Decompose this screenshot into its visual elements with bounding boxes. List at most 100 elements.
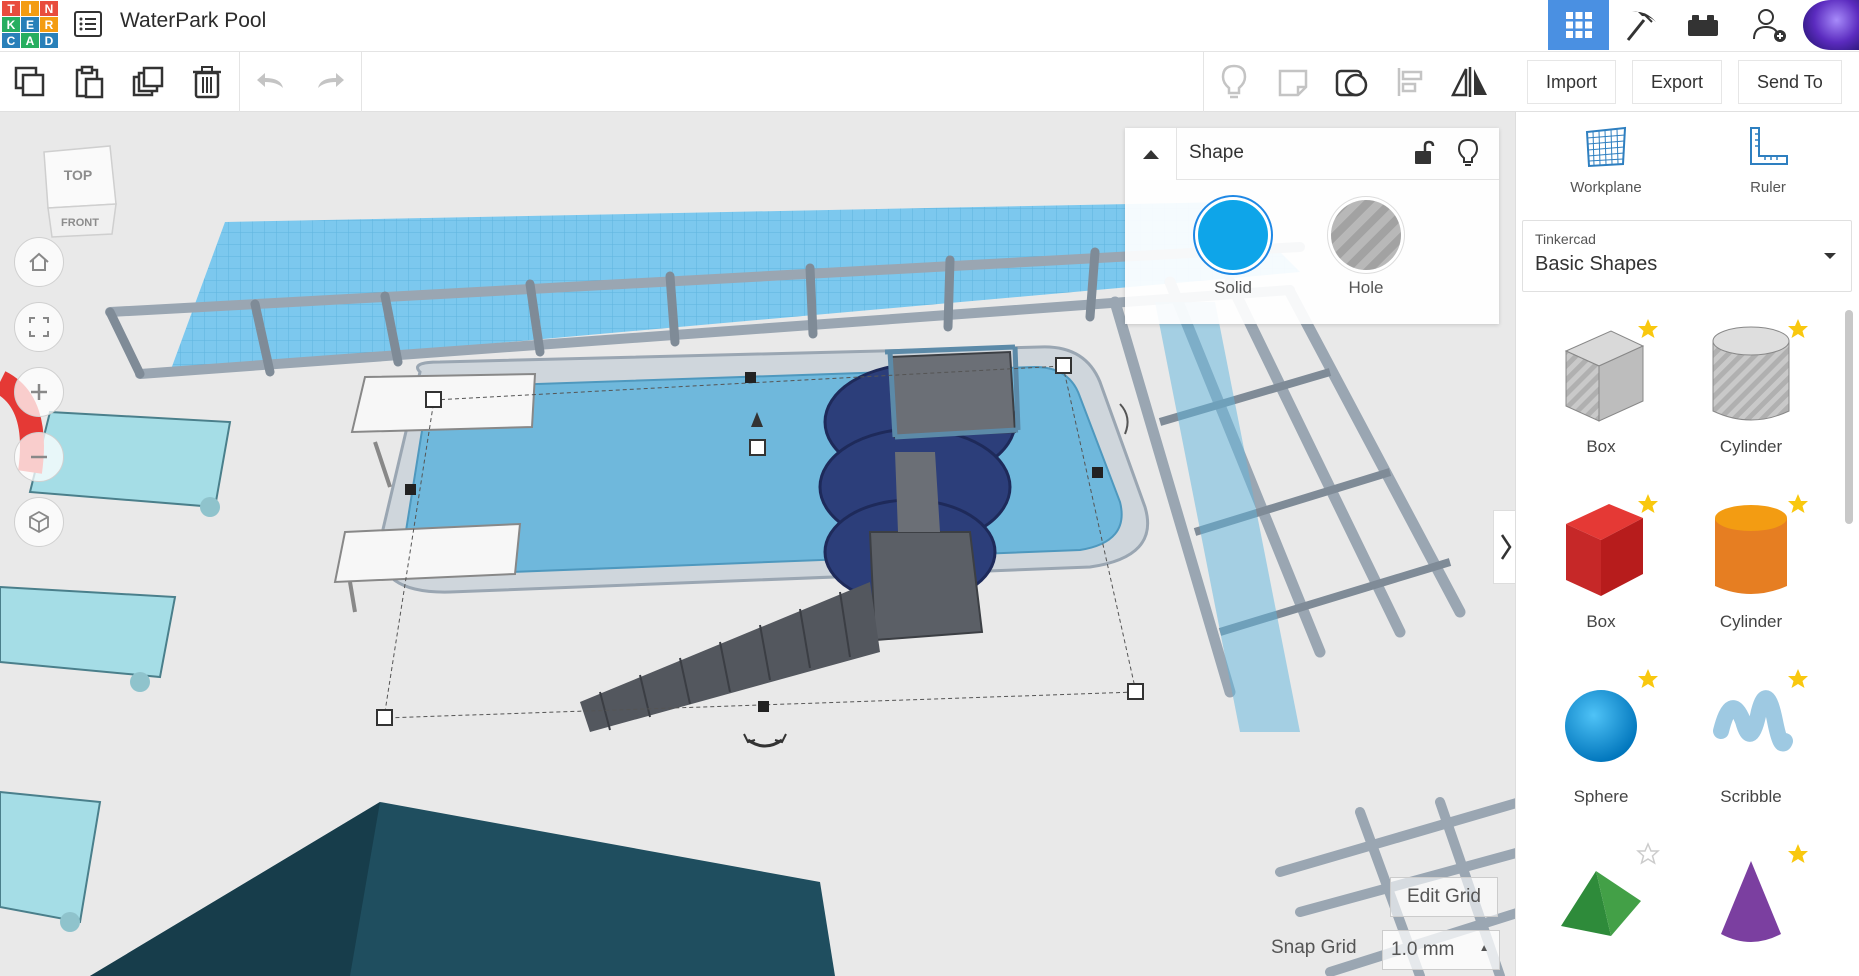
design-list-button[interactable] — [72, 8, 104, 40]
send-to-button[interactable]: Send To — [1738, 60, 1842, 104]
copy-button[interactable] — [0, 52, 59, 112]
workplane-tool[interactable]: Workplane — [1546, 124, 1666, 196]
shape-roof[interactable] — [1526, 832, 1676, 976]
solid-swatch[interactable] — [1198, 200, 1268, 270]
fit-view-button[interactable] — [14, 302, 64, 352]
zoom-out-button[interactable] — [14, 432, 64, 482]
import-button[interactable]: Import — [1527, 60, 1617, 104]
solid-label: Solid — [1214, 278, 1252, 297]
shape-label: Sphere — [1573, 787, 1629, 806]
view-cube[interactable]: TOP FRONT — [40, 142, 120, 238]
shapes-scrollbar[interactable] — [1845, 310, 1853, 524]
shape-box-hole[interactable]: Box — [1526, 307, 1676, 482]
snap-grid-label: Snap Grid — [1271, 937, 1357, 958]
tinkercad-logo[interactable]: T I N K E R C A D — [0, 0, 58, 48]
note-icon — [1278, 69, 1307, 97]
hole-swatch[interactable] — [1331, 200, 1401, 270]
align-icon — [1397, 68, 1422, 96]
shape-label: Box — [1586, 437, 1616, 456]
history-tools — [241, 52, 362, 112]
logo-letter: E — [21, 17, 39, 32]
note-button[interactable] — [1263, 52, 1322, 112]
star-icon — [1788, 494, 1808, 513]
shape-cylinder[interactable]: Cylinder — [1676, 482, 1826, 657]
undo-button[interactable] — [241, 52, 300, 112]
bulb-icon — [1457, 138, 1479, 166]
ruler-icon — [1750, 127, 1788, 165]
collapse-panel-button[interactable] — [1125, 128, 1177, 180]
delete-button[interactable] — [177, 52, 236, 112]
star-icon — [1788, 669, 1808, 688]
group-button[interactable] — [1322, 52, 1381, 112]
show-all-button[interactable] — [1204, 52, 1263, 112]
minus-icon — [31, 455, 47, 459]
lock-button[interactable] — [1405, 136, 1441, 172]
home-view-button[interactable] — [14, 237, 64, 287]
shape-scribble[interactable]: Scribble — [1676, 657, 1826, 832]
duplicate-button[interactable] — [118, 52, 177, 112]
library-category: Tinkercad — [1535, 231, 1596, 247]
bricks-icon — [1687, 15, 1718, 36]
redo-icon — [317, 73, 344, 88]
logo-letter: A — [21, 33, 39, 48]
workplane-label: Workplane — [1570, 179, 1642, 196]
toolbar: Import Export Send To — [0, 52, 1859, 112]
edit-tools — [0, 52, 240, 112]
paste-button[interactable] — [59, 52, 118, 112]
star-icon — [1788, 844, 1808, 863]
mirror-button[interactable] — [1440, 52, 1499, 112]
bricks-view-button[interactable] — [1672, 0, 1733, 50]
shape-label: Box — [1586, 612, 1616, 631]
grid-view-button[interactable] — [1548, 0, 1609, 50]
library-value: Basic Shapes — [1535, 253, 1658, 275]
export-button[interactable]: Export — [1632, 60, 1723, 104]
redo-button[interactable] — [300, 52, 359, 112]
plus-icon — [31, 384, 47, 400]
unlock-icon — [1415, 140, 1435, 164]
logo-letter: N — [40, 1, 58, 16]
edit-grid-button[interactable]: Edit Grid — [1390, 877, 1498, 917]
solid-option[interactable]: Solid — [1188, 200, 1278, 298]
shape-label: Cylinder — [1719, 612, 1783, 631]
list-icon — [74, 11, 102, 37]
shape-box[interactable]: Box — [1526, 482, 1676, 657]
star-icon — [1788, 319, 1808, 338]
viewcube-top-label: TOP — [64, 167, 93, 183]
bulb-icon — [1221, 64, 1246, 99]
panel-title: Shape — [1189, 142, 1244, 163]
chevron-up-icon — [1142, 150, 1159, 159]
hole-label: Hole — [1348, 278, 1384, 297]
snap-grid-value: 1.0 mm — [1391, 939, 1455, 960]
snap-grid-select[interactable]: 1.0 mm ▲ — [1382, 930, 1500, 970]
grid-view-icon — [1565, 12, 1592, 38]
shapes-panel: Workplane Ruler Tinkercad Basic Shapes B… — [1515, 112, 1859, 976]
logo-letter: D — [40, 33, 58, 48]
design-title[interactable]: WaterPark Pool — [120, 9, 266, 33]
shape-library-dropdown[interactable]: Tinkercad Basic Shapes — [1522, 220, 1852, 292]
mirror-icon — [1450, 67, 1487, 97]
home-icon — [29, 252, 49, 271]
fit-view-icon — [29, 317, 49, 337]
hole-option[interactable]: Hole — [1321, 200, 1411, 298]
logo-letter: T — [2, 1, 20, 16]
tinker-view-button[interactable] — [1610, 0, 1671, 50]
logo-letter: I — [21, 1, 39, 16]
shape-cylinder-hole[interactable]: Cylinder — [1676, 307, 1826, 482]
star-icon — [1638, 669, 1658, 688]
avatar[interactable] — [1803, 0, 1859, 50]
shape-cone[interactable] — [1676, 832, 1826, 976]
add-user-button[interactable] — [1737, 0, 1803, 50]
align-button[interactable] — [1381, 52, 1440, 112]
logo-letter: K — [2, 17, 20, 32]
star-outline-icon — [1636, 842, 1660, 865]
hide-button[interactable] — [1450, 136, 1486, 172]
workplane-icon — [1585, 126, 1627, 168]
chevron-right-icon — [1500, 534, 1512, 560]
logo-letter: R — [40, 17, 58, 32]
ruler-tool[interactable]: Ruler — [1708, 124, 1828, 196]
zoom-in-button[interactable] — [14, 367, 64, 417]
group-icon — [1335, 69, 1367, 97]
ruler-label: Ruler — [1750, 179, 1786, 196]
perspective-button[interactable] — [14, 497, 64, 547]
shape-sphere[interactable]: Sphere — [1526, 657, 1676, 832]
